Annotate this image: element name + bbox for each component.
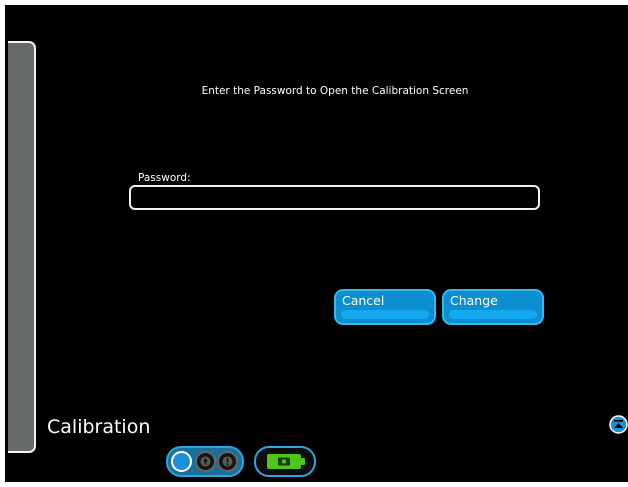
button-gloss [341,310,429,319]
upload-indicator-icon [195,451,216,472]
connection-indicator-icon [171,451,192,472]
change-button-label: Change [450,293,498,308]
password-label: Password: [138,172,191,184]
cancel-button-label: Cancel [342,293,385,308]
change-button[interactable]: Change [442,289,544,325]
button-gloss [449,310,537,319]
password-prompt: Enter the Password to Open the Calibrati… [201,85,469,97]
cancel-button[interactable]: Cancel [334,289,436,325]
status-indicators[interactable] [166,446,244,477]
battery-status[interactable] [254,446,316,477]
password-input[interactable] [129,185,540,210]
battery-charging-icon [267,454,305,469]
screen-title: Calibration [47,416,151,438]
scroll-to-top-icon[interactable] [609,415,628,434]
side-panel-tab[interactable] [8,41,36,453]
warning-indicator-icon [217,451,238,472]
calibration-screen: Enter the Password to Open the Calibrati… [5,5,628,482]
